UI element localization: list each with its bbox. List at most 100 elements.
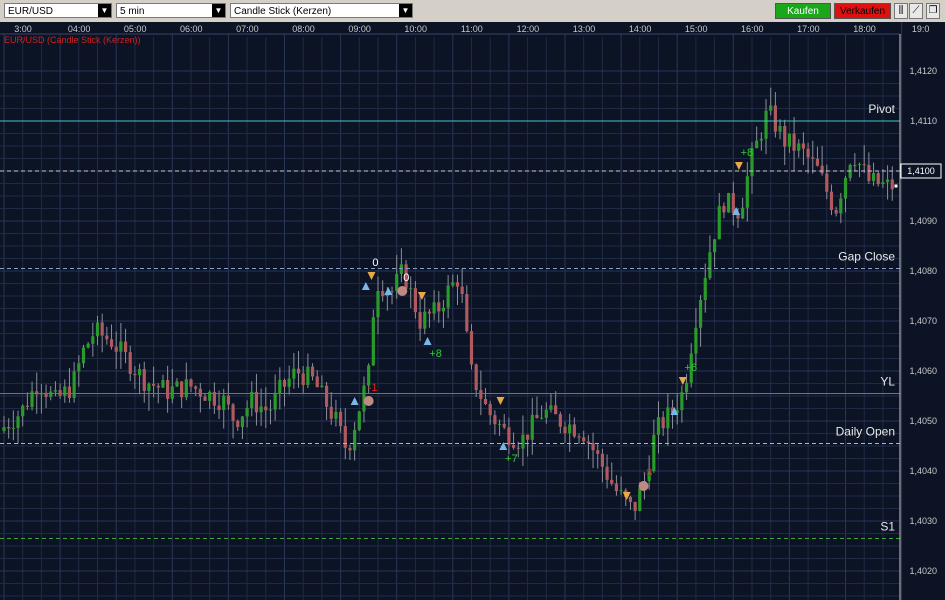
trade-result-label: -3 xyxy=(643,467,653,479)
sell-button[interactable]: Verkaufen xyxy=(834,3,891,19)
x-tick-label: 18:00 xyxy=(853,24,876,34)
candle-body xyxy=(862,164,866,166)
candle-body xyxy=(357,411,361,430)
candle-body xyxy=(100,322,104,336)
candle-body xyxy=(815,158,820,166)
candle-body xyxy=(451,282,455,286)
candle-body xyxy=(324,385,329,407)
candle-body xyxy=(871,173,876,181)
trade-result-label: +8 xyxy=(741,147,754,159)
candle-body xyxy=(306,366,310,385)
last-tick xyxy=(894,184,898,188)
candle-body xyxy=(25,405,29,407)
candle-body xyxy=(787,133,791,147)
candle-body xyxy=(287,378,291,387)
candle-body xyxy=(161,380,165,388)
candle-body xyxy=(282,379,287,387)
interval-select[interactable]: 5 min ▼ xyxy=(116,3,226,18)
chevron-down-icon[interactable]: ▼ xyxy=(98,4,111,17)
candle-body xyxy=(7,427,11,429)
candle-body xyxy=(264,406,268,411)
candle-body xyxy=(278,379,282,393)
chevron-down-icon[interactable]: ▼ xyxy=(399,4,412,17)
candle-body xyxy=(418,312,422,329)
candle-body xyxy=(194,386,198,389)
candle-body xyxy=(596,450,600,454)
candle-body xyxy=(745,176,749,208)
x-tick-label: 19:0 xyxy=(912,24,930,34)
candle-body xyxy=(549,405,553,410)
y-tick-label: 1,4110 xyxy=(910,116,937,126)
x-tick-label: 04:00 xyxy=(68,24,91,34)
candle-body xyxy=(320,385,324,388)
candle-body xyxy=(600,453,604,467)
candle-body xyxy=(250,391,254,408)
candle-body xyxy=(334,411,338,419)
candle-body xyxy=(801,143,806,149)
candle-body xyxy=(544,409,548,418)
candle-body xyxy=(329,406,333,419)
candle-body xyxy=(680,392,684,411)
x-tick-label: 12:00 xyxy=(517,24,540,34)
candle-body xyxy=(698,300,703,328)
candle-body xyxy=(731,193,735,214)
y-tick-label: 1,4090 xyxy=(909,216,937,226)
candle-body xyxy=(764,110,768,139)
price-chart[interactable]: 3:00 04:00 05:00 06:00 07:00 08:00 09:00 10:00 1… xyxy=(0,22,945,600)
x-tick-label: 16:00 xyxy=(741,24,764,34)
candle-body xyxy=(708,252,712,278)
x-tick-label: 17:00 xyxy=(797,24,820,34)
candle-body xyxy=(310,366,315,377)
candle-body xyxy=(226,395,230,405)
candle-body xyxy=(857,164,862,166)
x-tick-label: 10:00 xyxy=(404,24,427,34)
candle-body xyxy=(469,331,474,365)
candle-body xyxy=(619,490,623,492)
candle-body xyxy=(2,427,6,431)
current-price-label: 1,4100 xyxy=(907,166,935,176)
exit-circle-icon xyxy=(638,481,649,491)
candle-body xyxy=(652,434,656,472)
candle-body xyxy=(437,302,441,312)
candle-body xyxy=(825,173,829,192)
candle-body xyxy=(147,383,151,391)
chevron-down-icon[interactable]: ▼ xyxy=(212,4,225,17)
new-window-icon[interactable]: ❐ xyxy=(926,3,940,19)
trade-result-label: 0 xyxy=(372,257,378,269)
interval-value: 5 min xyxy=(120,6,145,17)
candle-body xyxy=(614,483,619,492)
candle-body xyxy=(479,390,483,399)
level-label: Pivot xyxy=(868,102,895,116)
candle-body xyxy=(516,447,520,449)
candle-body xyxy=(292,368,296,379)
candle-body xyxy=(409,288,413,290)
candle-body xyxy=(203,396,207,401)
current-price-box: 1,4100 xyxy=(900,163,942,179)
candle-body xyxy=(217,405,221,410)
x-tick-label: 11:00 xyxy=(461,24,483,34)
draw-line-icon[interactable]: ⟋ xyxy=(909,3,923,19)
candle-body xyxy=(727,193,731,213)
candle-body xyxy=(371,317,375,366)
candle-body xyxy=(413,288,417,313)
exit-circle-icon xyxy=(363,396,374,406)
trade-result-label: 0 xyxy=(403,272,409,284)
candle-body xyxy=(741,207,745,219)
candle-body xyxy=(240,416,245,428)
candle-body xyxy=(395,273,399,292)
candle-body xyxy=(21,405,25,417)
candle-tool-icon[interactable]: ⫼ xyxy=(894,3,908,19)
candle-body xyxy=(568,424,572,434)
symbol-select[interactable]: EUR/USD ▼ xyxy=(4,3,112,18)
candle-body xyxy=(820,165,824,174)
candle-body xyxy=(558,414,562,427)
chart-style-select[interactable]: Candle Stick (Kerzen) ▼ xyxy=(230,3,413,18)
y-tick-label: 1,4030 xyxy=(909,516,937,526)
buy-button[interactable]: Kaufen xyxy=(775,3,831,19)
candle-body xyxy=(133,373,137,376)
candle-body xyxy=(254,391,259,413)
candle-body xyxy=(493,415,497,425)
x-tick-label: 06:00 xyxy=(180,24,203,34)
candle-body xyxy=(633,501,637,511)
candle-body xyxy=(511,445,516,448)
